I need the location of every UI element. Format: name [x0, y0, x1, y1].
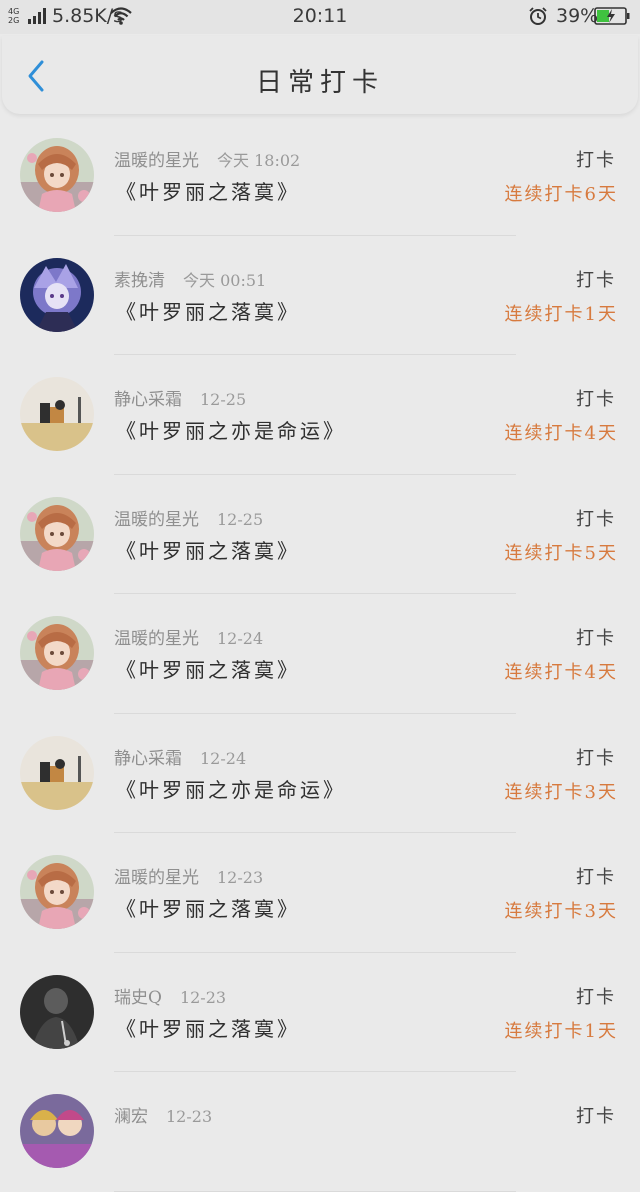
checkin-label: 打卡 — [576, 150, 616, 171]
checkin-date: 12-25 — [217, 509, 264, 529]
streak-label: 连续打卡4天 — [504, 423, 618, 444]
alarm-icon — [529, 7, 547, 25]
book-title[interactable]: 《叶罗丽之亦是命运》 — [116, 774, 346, 803]
checkin-label: 打卡 — [576, 389, 616, 410]
avatar[interactable] — [20, 616, 94, 690]
battery-percent: 39% — [556, 5, 599, 27]
streak-label: 连续打卡1天 — [504, 303, 618, 325]
user-line: 瑞史Q 12-23 — [114, 983, 226, 1008]
book-title[interactable]: 《叶罗丽之落寞》 — [116, 1013, 300, 1042]
battery-charging-icon — [594, 7, 630, 25]
checkin-label: 打卡 — [576, 867, 616, 888]
checkin-entry[interactable]: 瑞史Q 12-23 《叶罗丽之落寞》 打卡连续打卡1天 — [0, 953, 640, 1072]
checkin-label: 打卡 — [576, 628, 616, 649]
user-line: 澜宏 12-23 — [114, 1102, 212, 1127]
user-name[interactable]: 温暖的星光 — [114, 510, 199, 530]
streak-label: 连续打卡3天 — [504, 901, 618, 922]
checkin-date: 今天 00:51 — [183, 270, 267, 290]
checkin-entry[interactable]: 温暖的星光 12-23 《叶罗丽之落寞》 打卡连续打卡3天 — [0, 833, 640, 953]
checkin-date: 今天 18:02 — [217, 151, 301, 170]
user-name[interactable]: 温暖的星光 — [114, 868, 199, 888]
checkin-entry[interactable]: 温暖的星光 今天 18:02 《叶罗丽之落寞》 打卡连续打卡6天 — [0, 116, 640, 236]
avatar[interactable] — [20, 1094, 94, 1168]
avatar[interactable] — [20, 855, 94, 929]
book-title[interactable]: 《叶罗丽之落寞》 — [116, 296, 300, 325]
user-name[interactable]: 静心采霜 — [114, 749, 182, 769]
user-line: 温暖的星光 12-23 — [114, 863, 263, 888]
checkin-entry[interactable]: 澜宏 12-23 打卡 — [0, 1072, 640, 1192]
streak-label: 连续打卡5天 — [504, 542, 618, 564]
checkin-label: 打卡 — [576, 747, 616, 769]
checkin-entry[interactable]: 温暖的星光 12-24 《叶罗丽之落寞》 打卡连续打卡4天 — [0, 594, 640, 714]
avatar[interactable] — [20, 496, 94, 571]
user-line: 静心采霜 12-25 — [114, 385, 246, 410]
checkin-list: 温暖的星光 今天 18:02 《叶罗丽之落寞》 打卡 连续打卡6天 素挽清 今天 00:51… — [0, 116, 640, 1192]
book-title[interactable]: 《叶罗丽之落寞》 — [116, 893, 300, 922]
user-name[interactable]: 静心采霜 — [114, 390, 182, 410]
streak-label: 连续打卡6天 — [504, 184, 618, 205]
checkin-entry[interactable]: 静心采霜 12-24 《叶罗丽之亦是命运》 打卡连续打卡3天 — [0, 714, 640, 833]
user-name[interactable]: 素挽清 — [114, 271, 165, 291]
checkin-date: 12-23 — [166, 1107, 213, 1126]
user-line: 温暖的星光 今天 18:02 — [114, 146, 300, 171]
avatar[interactable] — [20, 735, 94, 810]
checkin-date: 12-23 — [217, 868, 264, 887]
user-name[interactable]: 温暖的星光 — [114, 151, 199, 171]
user-line: 温暖的星光 12-24 — [114, 624, 263, 649]
streak-label: 连续打卡3天 — [504, 781, 618, 803]
checkin-date: 12-24 — [217, 629, 264, 648]
checkin-date: 12-25 — [200, 390, 247, 409]
checkin-label: 打卡 — [576, 1106, 616, 1127]
user-line: 温暖的星光 12-25 — [114, 505, 263, 530]
user-line: 静心采霜 12-24 — [114, 744, 246, 769]
checkin-date: 12-24 — [200, 748, 247, 768]
streak-label: 连续打卡1天 — [504, 1020, 618, 1042]
avatar[interactable] — [20, 257, 94, 332]
checkin-entry[interactable]: 温暖的星光 12-25 《叶罗丽之落寞》 打卡连续打卡5天 — [0, 475, 640, 594]
avatar[interactable] — [20, 377, 94, 451]
book-title[interactable]: 《叶罗丽之落寞》 — [116, 654, 300, 683]
checkin-label: 打卡 — [576, 508, 616, 530]
avatar[interactable] — [20, 138, 94, 212]
app-header: 日常打卡 — [2, 36, 638, 114]
checkin-label: 打卡 — [576, 269, 616, 291]
divider — [114, 1190, 516, 1192]
checkin-label: 打卡 — [576, 986, 616, 1008]
page-title: 日常打卡 — [255, 68, 384, 98]
user-line: 素挽清 今天 00:51 — [114, 266, 266, 291]
checkin-date: 12-23 — [179, 987, 227, 1007]
streak-label: 连续打卡4天 — [504, 662, 618, 683]
book-title[interactable]: 《叶罗丽之落寞》 — [116, 176, 300, 205]
checkin-entry[interactable]: 静心采霜 12-25 《叶罗丽之亦是命运》 打卡连续打卡4天 — [0, 355, 640, 475]
book-title[interactable]: 《叶罗丽之亦是命运》 — [116, 415, 346, 444]
avatar[interactable] — [20, 974, 94, 1049]
checkin-entry[interactable]: 素挽清 今天 00:51 《叶罗丽之落寞》 打卡连续打卡1天 — [0, 236, 640, 355]
book-title[interactable]: 《叶罗丽之落寞》 — [116, 535, 300, 564]
status-bar: 4G 2G 5.85K/s 20:11 39% — [0, 0, 640, 34]
user-name[interactable]: 温暖的星光 — [114, 629, 199, 649]
user-name[interactable]: 澜宏 — [114, 1107, 148, 1127]
user-name[interactable]: 瑞史Q — [114, 988, 162, 1008]
